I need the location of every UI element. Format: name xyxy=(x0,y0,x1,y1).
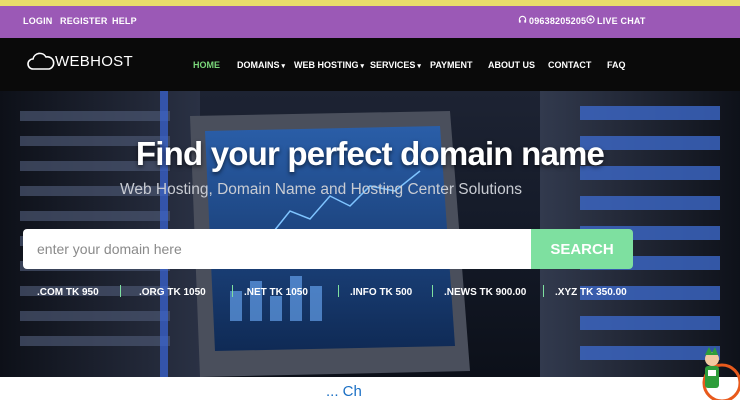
price-divider xyxy=(432,285,433,297)
chevron-down-icon: ▾ xyxy=(360,63,365,70)
chat-mascot-icon[interactable] xyxy=(690,345,740,400)
domain-search-input[interactable] xyxy=(23,229,531,269)
nav-home[interactable]: HOME xyxy=(193,60,220,70)
hero-subtitle: Web Hosting, Domain Name and Hosting Cen… xyxy=(120,181,523,198)
nav-about-us[interactable]: ABOUT US xyxy=(488,60,535,70)
chevron-down-icon: ▾ xyxy=(417,63,421,70)
price-com: .COM TK 950 xyxy=(37,287,99,298)
main-navbar: WEBHOST HOME DOMAINS ▾ WEB HOSTING ▾ SERVI… xyxy=(0,38,740,91)
price-net: .NET TK 1050 xyxy=(244,287,308,298)
nav-domains-label: DOMAINS xyxy=(237,60,280,70)
top-bar: LOGIN REGISTER HELP 09638205205 LIVE CHA… xyxy=(0,6,740,38)
phone-number[interactable]: 09638205205 xyxy=(529,16,586,26)
price-xyz: .XYZ TK 350.00 xyxy=(555,287,627,298)
nav-payment[interactable]: PAYMENT xyxy=(430,60,473,70)
price-org: .ORG TK 1050 xyxy=(139,287,206,298)
chevron-down-icon: ▾ xyxy=(281,63,286,70)
nav-faq[interactable]: FAQ xyxy=(607,60,626,70)
live-chat-link[interactable]: LIVE CHAT xyxy=(597,16,646,26)
hero-banner: Find your perfect domain name Web Hostin… xyxy=(0,91,740,377)
headset-icon xyxy=(518,15,527,23)
nav-web-hosting-label: WEB HOSTING xyxy=(294,60,359,70)
register-link[interactable]: REGISTER xyxy=(60,16,108,26)
nav-contact[interactable]: CONTACT xyxy=(548,60,591,70)
nav-domains[interactable]: DOMAINS ▾ xyxy=(237,60,285,70)
price-divider xyxy=(232,285,233,297)
price-divider xyxy=(338,285,339,297)
cloud-icon[interactable] xyxy=(26,50,56,74)
section-heading-partial: ... Ch xyxy=(326,383,362,400)
hero-title: Find your perfect domain name xyxy=(135,135,605,172)
search-button[interactable]: SEARCH xyxy=(531,229,633,269)
price-info: .INFO TK 500 xyxy=(350,287,413,298)
nav-web-hosting[interactable]: WEB HOSTING ▾ xyxy=(294,60,364,70)
help-link[interactable]: HELP xyxy=(112,16,137,26)
chat-icon xyxy=(586,15,595,24)
price-news: .NEWS TK 900.00 xyxy=(444,287,527,298)
price-divider xyxy=(543,285,544,297)
price-divider xyxy=(120,285,121,297)
nav-services[interactable]: SERVICES ▾ xyxy=(370,60,421,70)
nav-services-label: SERVICES xyxy=(370,60,416,70)
logo-text[interactable]: WEBHOST xyxy=(55,53,133,70)
next-section xyxy=(0,377,740,400)
login-link[interactable]: LOGIN xyxy=(23,16,53,26)
